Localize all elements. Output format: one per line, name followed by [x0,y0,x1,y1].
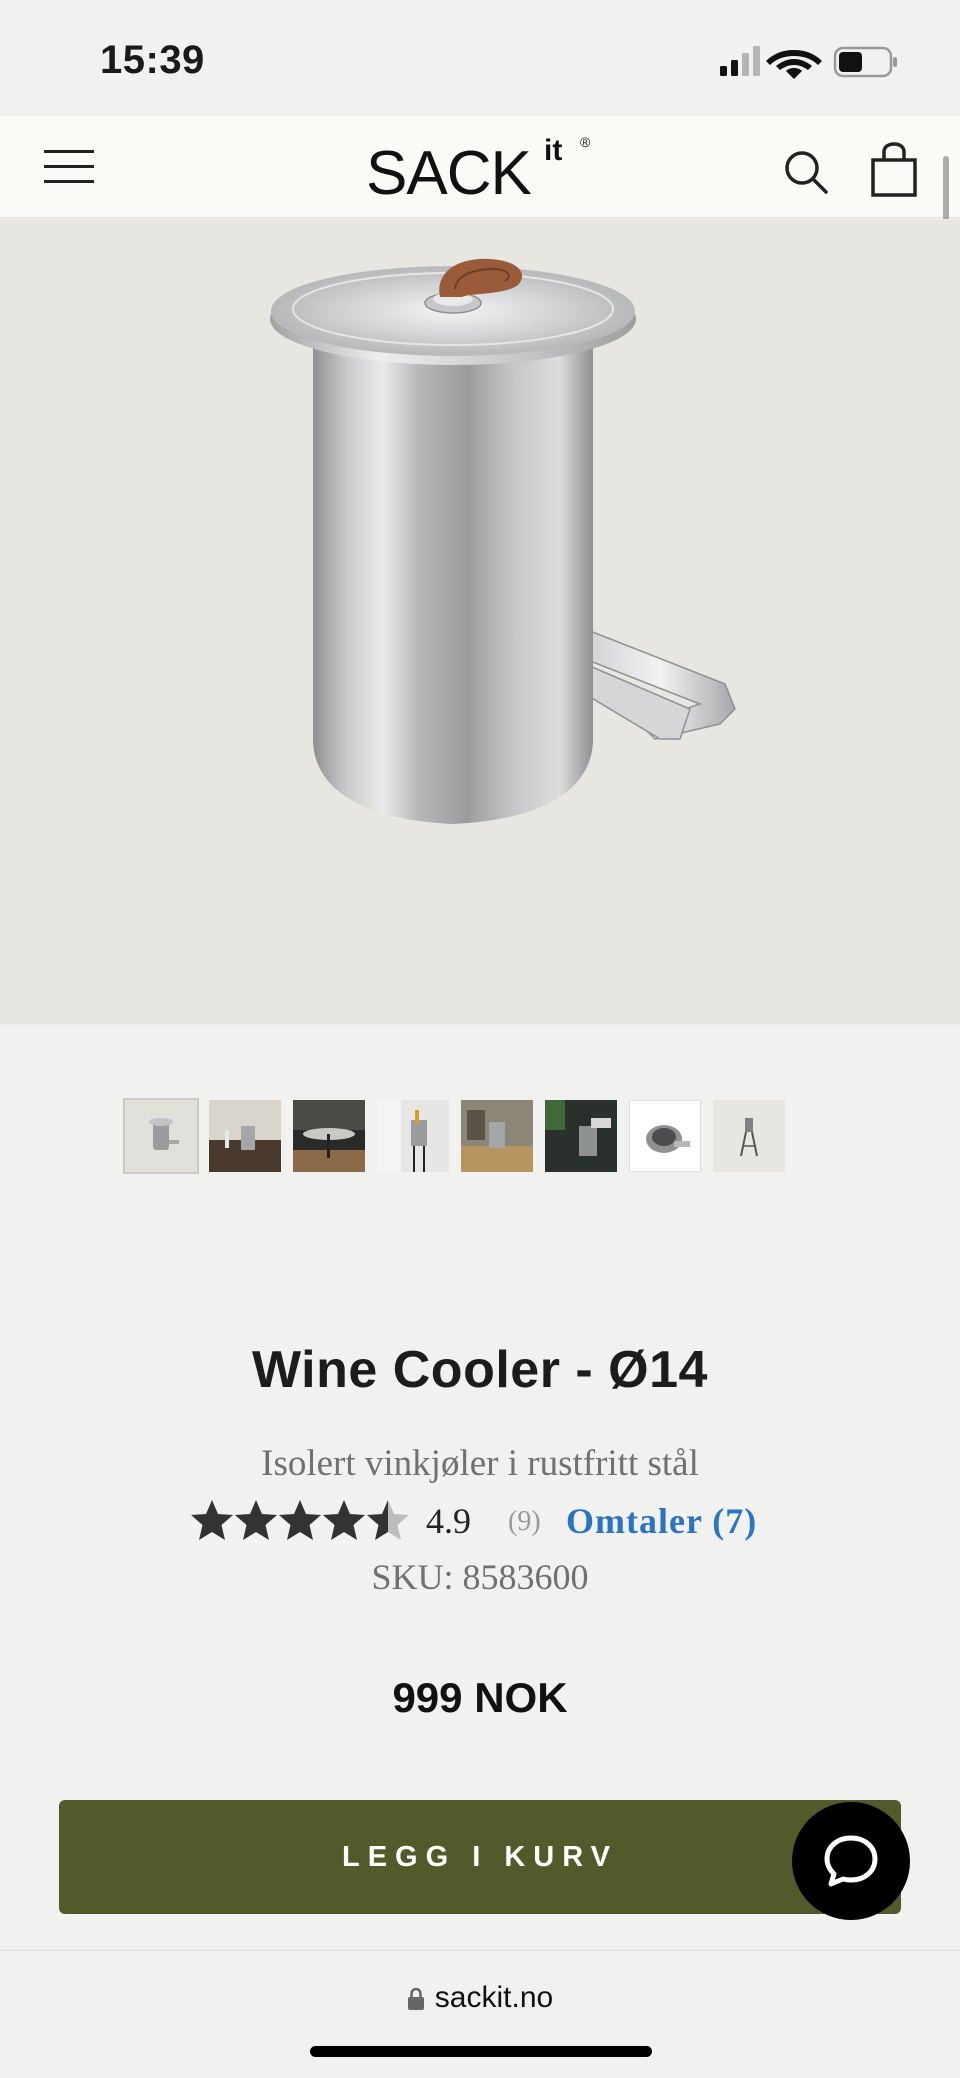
rating-count: (9) [508,1506,541,1537]
logo-superscript: it [544,134,563,167]
wifi-icon [766,50,822,79]
star-icon [191,1500,233,1540]
status-icons [678,42,898,82]
url-text: sackit.no [434,1981,554,2014]
chat-button[interactable] [792,1802,910,1920]
search-icon[interactable] [782,148,830,196]
half-star-icon [367,1500,409,1540]
status-bar: 15:39 [0,0,960,116]
logo-main-text: SACK [366,139,532,208]
wine-cooler-illustration [270,258,736,824]
thumbnail-strip [123,1098,845,1174]
product-page: 15:39 SACK it ® Wine Cooler - Ø14 Isoler… [0,0,960,2078]
battery-icon [833,46,897,78]
cellular-signal-icon [720,46,760,76]
thumbnail-1[interactable] [123,1098,199,1174]
browser-address-bar[interactable]: sackit.no [0,1950,960,2078]
chat-bubble-icon [824,1835,878,1887]
lock-icon [407,1987,424,2011]
product-hero-image[interactable] [0,219,960,1025]
status-time: 15:39 [100,38,205,82]
thumbnail-7[interactable] [629,1100,701,1172]
product-title: Wine Cooler - Ø14 [252,1341,708,1399]
logo-registered-mark: ® [580,134,591,150]
star-icon [235,1500,277,1540]
rating-row: 4.9 (9) Omtaler (7) [190,1496,810,1548]
product-sku: SKU: 8583600 [371,1557,589,1597]
url-display[interactable]: sackit.no [0,1981,960,2015]
rating-stars[interactable] [190,1496,414,1546]
thumbnail-4[interactable] [377,1100,449,1172]
star-icon [279,1500,321,1540]
hamburger-menu-icon[interactable] [44,148,94,186]
thumbnail-5[interactable] [461,1100,533,1172]
shopping-bag-icon[interactable] [870,142,918,198]
thumbnail-6[interactable] [545,1100,617,1172]
product-price: 999 NOK [392,1674,568,1721]
add-to-cart-button[interactable]: LEGG I KURV [59,1800,901,1914]
site-logo[interactable]: SACK it ® [366,134,596,208]
thumbnail-3[interactable] [293,1100,365,1172]
thumbnail-2[interactable] [209,1100,281,1172]
reviews-link[interactable]: Omtaler (7) [566,1500,757,1542]
star-icon [323,1500,365,1540]
home-indicator[interactable] [310,2046,652,2057]
product-subtitle: Isolert vinkjøler i rustfritt stål [261,1443,699,1484]
rating-value: 4.9 [426,1501,471,1541]
thumbnail-8[interactable] [713,1100,785,1172]
site-header: SACK it ® [0,116,960,218]
